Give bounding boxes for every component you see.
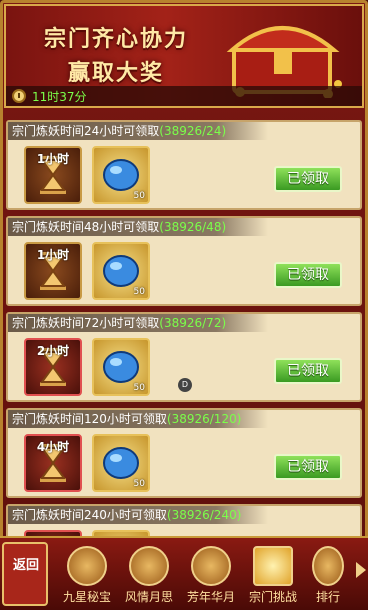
claimed-button[interactable]: 已领取 (274, 166, 342, 192)
reward-condition-label: 宗门炼妖时间120小时可领取 (12, 412, 167, 426)
claimed-button[interactable]: 已领取 (274, 262, 342, 288)
reward-progress: (38926/48) (159, 220, 227, 234)
hourglass-duration: 4小时 (36, 440, 70, 454)
reward-condition: 宗门炼妖时间120小时可领取(38926/120) (8, 410, 268, 428)
time-remaining: 11时37分 (32, 90, 87, 104)
tab-label: 风情月思 (124, 590, 173, 604)
reward-progress: (38926/72) (159, 316, 227, 330)
hourglass-item[interactable]: 1小时 (24, 146, 82, 204)
claimed-button[interactable]: 已领取 (274, 454, 342, 480)
reward-progress: (38926/120) (166, 412, 242, 426)
tab-sect-challenge[interactable]: 宗门挑战 (244, 544, 302, 606)
reward-condition-label: 宗门炼妖时间24小时可领取 (12, 124, 160, 138)
reward-progress: (38926/240) (166, 508, 242, 522)
stars-emblem-icon (67, 546, 107, 586)
hourglass-item[interactable]: 1小时 (24, 242, 82, 300)
reward-card: 宗门炼妖时间120小时可领取(38926/120) 4小时 50 已领取 (6, 408, 362, 498)
reward-card: 宗门炼妖时间240小时可领取(38926/240) (6, 504, 362, 536)
reward-condition-label: 宗门炼妖时间48小时可领取 (12, 220, 160, 234)
banner-title: 宗门齐心协力 赢取大奖 (26, 22, 206, 90)
banner-title-line2: 赢取大奖 (67, 60, 164, 86)
gem-item[interactable]: 50 (92, 146, 150, 204)
clock-icon (12, 89, 26, 103)
hourglass-duration: 1小时 (36, 152, 70, 166)
tab-youth-moon[interactable]: 芳年华月 (182, 544, 240, 606)
reward-condition: 宗门炼妖时间48小时可领取(38926/48) (8, 218, 268, 236)
tab-label: 九星秘宝 (62, 590, 111, 604)
gem-count: 50 (133, 191, 145, 201)
bird-emblem-icon (191, 546, 231, 586)
reward-card: 宗门炼妖时间24小时可领取(38926/24) 1小时 50 已领取 (6, 120, 362, 210)
tab-nine-star-treasure[interactable]: 九星秘宝 (58, 544, 116, 606)
gem-item[interactable]: 50 (92, 338, 150, 396)
reward-condition-label: 宗门炼妖时间72小时可领取 (12, 316, 160, 330)
tab-label: 宗门挑战 (248, 590, 297, 604)
reward-condition: 宗门炼妖时间24小时可领取(38926/24) (8, 122, 268, 140)
reward-condition-label: 宗门炼妖时间240小时可领取 (12, 508, 167, 522)
debug-badge[interactable]: D (178, 378, 192, 392)
time-remaining-bar: 11时37分 (6, 86, 362, 106)
chevron-right-icon[interactable] (356, 562, 366, 578)
tab-label: 排行 (315, 590, 340, 604)
tab-romance-moon[interactable]: 风情月思 (120, 544, 178, 606)
claimed-button[interactable]: 已领取 (274, 358, 342, 384)
tab-ranking[interactable]: 排行 (306, 544, 350, 606)
hourglass-item[interactable]: 4小时 (24, 434, 82, 492)
tab-label: 芳年华月 (186, 590, 235, 604)
ranking-emblem-icon (312, 546, 344, 586)
bottom-nav: 返回 九星秘宝 风情月思 芳年华月 宗门挑战 排行 (0, 536, 368, 610)
reward-progress: (38926/24) (159, 124, 227, 138)
gem-item[interactable]: 50 (92, 434, 150, 492)
gem-count: 50 (133, 383, 145, 393)
back-button-label: 返回 (12, 558, 39, 573)
event-banner: 宗门齐心协力 赢取大奖 11时37分 (4, 4, 364, 108)
flower-emblem-icon (129, 546, 169, 586)
hourglass-duration: 2小时 (36, 344, 70, 358)
gate-emblem-icon (253, 546, 293, 586)
hourglass-duration: 1小时 (36, 248, 70, 262)
banner-title-line1: 宗门齐心协力 (43, 26, 188, 52)
gem-count: 50 (133, 287, 145, 297)
reward-condition: 宗门炼妖时间240小时可领取(38926/240) (8, 506, 268, 524)
gem-count: 50 (133, 479, 145, 489)
back-button[interactable]: 返回 (2, 542, 48, 606)
hourglass-item[interactable]: 2小时 (24, 338, 82, 396)
reward-condition: 宗门炼妖时间72小时可领取(38926/72) (8, 314, 268, 332)
gem-item[interactable]: 50 (92, 242, 150, 300)
reward-list[interactable]: 宗门炼妖时间24小时可领取(38926/24) 1小时 50 已领取 宗门炼妖时… (6, 116, 362, 536)
reward-card: 宗门炼妖时间48小时可领取(38926/48) 1小时 50 已领取 (6, 216, 362, 306)
